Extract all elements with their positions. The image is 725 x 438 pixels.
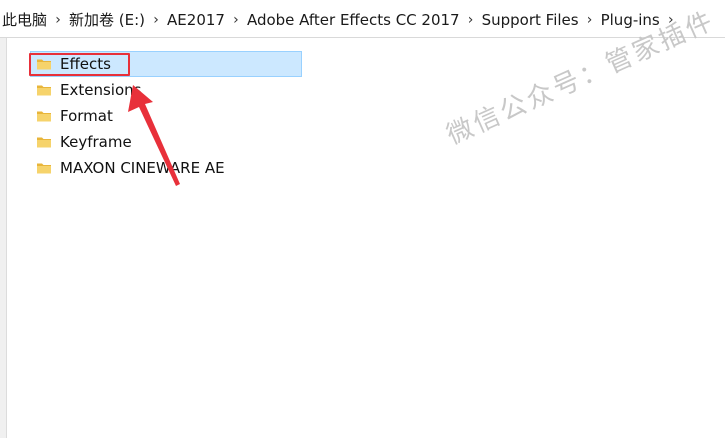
- navigation-pane-edge[interactable]: [0, 38, 7, 438]
- file-name: Extensions: [60, 81, 142, 99]
- list-item-extensions[interactable]: Extensions: [30, 77, 302, 103]
- list-item-maxon-cineware-ae[interactable]: MAXON CINEWARE AE: [30, 155, 302, 181]
- breadcrumb-item-this-pc[interactable]: 此电脑: [0, 9, 51, 31]
- folder-icon: [36, 134, 52, 150]
- breadcrumb-item-support-files[interactable]: Support Files: [478, 9, 583, 31]
- chevron-right-icon[interactable]: ›: [583, 9, 597, 31]
- address-bar[interactable]: 此电脑 › 新加卷 (E:) › AE2017 › Adobe After Ef…: [0, 0, 725, 38]
- chevron-right-icon[interactable]: ›: [464, 9, 478, 31]
- breadcrumb-item-ae2017[interactable]: AE2017: [163, 9, 229, 31]
- file-name: Format: [60, 107, 113, 125]
- list-item-keyframe[interactable]: Keyframe: [30, 129, 302, 155]
- breadcrumb-item-after-effects[interactable]: Adobe After Effects CC 2017: [243, 9, 464, 31]
- folder-icon: [36, 160, 52, 176]
- list-item-format[interactable]: Format: [30, 103, 302, 129]
- file-name: Keyframe: [60, 133, 132, 151]
- folder-icon: [36, 82, 52, 98]
- chevron-right-icon[interactable]: ›: [51, 9, 65, 31]
- file-name: MAXON CINEWARE AE: [60, 159, 225, 177]
- annotation-highlight-box: [29, 53, 130, 76]
- chevron-right-icon[interactable]: ›: [229, 9, 243, 31]
- breadcrumb-item-drive-e[interactable]: 新加卷 (E:): [65, 9, 149, 31]
- file-explorer-window: 此电脑 › 新加卷 (E:) › AE2017 › Adobe After Ef…: [0, 0, 725, 438]
- breadcrumb: 此电脑 › 新加卷 (E:) › AE2017 › Adobe After Ef…: [0, 9, 678, 31]
- chevron-right-icon[interactable]: ›: [149, 9, 163, 31]
- folder-icon: [36, 108, 52, 124]
